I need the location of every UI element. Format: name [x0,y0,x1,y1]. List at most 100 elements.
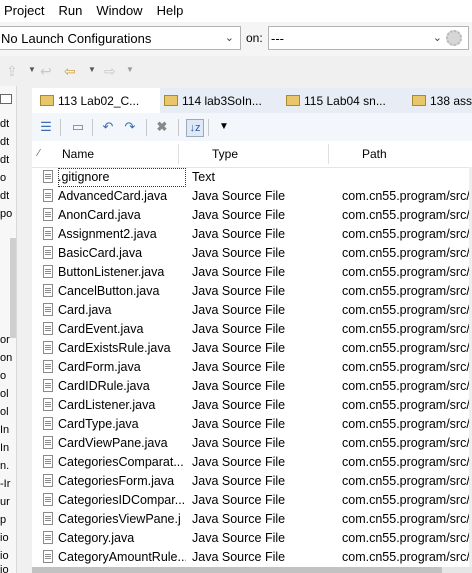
tab-138-ass3[interactable]: 138 ass3 [408,88,472,113]
table-row[interactable]: AdvancedCard.java Java Source File com.cn5… [32,187,472,206]
sidebar-fragment: In [0,442,10,454]
table-row[interactable]: CategoriesViewPane.j Java Source File com.… [32,510,472,529]
sidebar-fragment: io [0,564,9,573]
last-edit-location-icon[interactable]: ↩ [40,63,52,80]
table-row[interactable]: CardExistsRule.java Java Source File com.c… [32,339,472,358]
cell-type: Java Source File [192,227,286,241]
menu-window[interactable]: Window [89,0,149,22]
table-row[interactable]: CategoriesIDCompar... Java Source File com… [32,491,472,510]
sidebar-scroll-thumb[interactable] [10,238,16,338]
cell-name: CardViewPane.java [58,436,168,450]
menu-run[interactable]: Run [51,0,89,22]
menu-help[interactable]: Help [150,0,191,22]
dropdown-arrow-icon[interactable]: ▼ [28,65,36,74]
cell-name: CardIDRule.java [58,379,150,393]
forward-arrow-icon[interactable]: ⇨ [104,63,116,80]
table-row[interactable]: Assignment2.java Java Source File com.cn55… [32,225,472,244]
table-row[interactable]: CategoriesForm.java Java Source File com.c… [32,472,472,491]
dropdown-arrow-icon[interactable]: ▼ [88,65,96,74]
table-row[interactable]: AnonCard.java Java Source File com.cn55.pr… [32,206,472,225]
sidebar-fragment: io [0,532,9,544]
sidebar-fragment: ol [0,388,9,400]
table-row[interactable]: CardType.java Java Source File com.cn55.pr… [32,415,472,434]
table-row[interactable]: CardListener.java Java Source File com.cn5… [32,396,472,415]
table-row[interactable]: CategoryAmountRule... Java Source File com… [32,548,472,567]
table-row[interactable]: CancelButton.java Java Source File com.cn5… [32,282,472,301]
table-row[interactable]: BasicCard.java Java Source File com.cn55.p… [32,244,472,263]
sidebar-fragment: -Ir [0,478,11,490]
cell-name: CancelButton.java [58,284,160,298]
cell-path: com.cn55.program/src/... [342,360,472,374]
column-header-type[interactable]: Type [212,141,238,167]
menu-project[interactable]: Project [0,0,51,22]
table-row[interactable]: Category.java Java Source File com.cn55.pr… [32,529,472,548]
file-icon [43,189,53,202]
cell-name: CategoriesViewPane.j [58,512,181,526]
cell-type: Java Source File [192,493,286,507]
left-sidebar-fragment: dt dt dt o dt po or on o ol ol In In n. … [0,86,17,573]
folder-icon [286,95,300,106]
table-row[interactable]: CardForm.java Java Source File com.cn55.pr… [32,358,472,377]
sidebar-fragment: ur [0,496,10,508]
file-icon [43,208,53,221]
sidebar-fragment: dt [0,118,10,130]
sync-icon[interactable]: ↷ [122,119,138,135]
column-header-name[interactable]: Name [62,141,94,167]
navigation-toolbar: ⇪ ▼ ↩ ⇦ ▼ ⇨ ▼ [0,56,472,86]
cell-name: CardType.java [58,417,139,431]
refresh-icon[interactable]: ↶ [100,119,116,135]
table-row[interactable]: CardViewPane.java Java Source File com.cn5… [32,434,472,453]
cell-path: com.cn55.program/src/... [342,341,472,355]
menu-bar: Project Run Window Help [0,0,472,22]
sidebar-fragment: o [0,370,7,382]
pin-editor-icon[interactable]: ⇪ [6,63,18,80]
table-row[interactable]: .gitignore Text [32,168,472,187]
table-row[interactable]: CategoriesComparat... Java Source File com… [32,453,472,472]
cell-type: Java Source File [192,303,286,317]
tab-113-lab02[interactable]: 113 Lab02_C... [32,88,160,113]
sidebar-fragment: In [0,424,10,436]
chevron-down-icon[interactable]: ⌄ [225,31,234,44]
launch-configuration-select[interactable]: No Launch Configurations ⌄ [0,26,241,50]
cell-type: Java Source File [192,265,286,279]
dropdown-arrow-icon[interactable]: ▼ [126,65,134,74]
launch-target-select[interactable]: --- ⌄ [268,26,469,50]
on-label: on: [246,31,263,45]
table-row[interactable]: Card.java Java Source File com.cn55.progra… [32,301,472,320]
file-icon [43,170,53,183]
tree-view-icon[interactable]: ☰ [38,119,54,135]
tab-label: 114 lab3SoIn... [182,93,262,108]
launch-toolbar: No Launch Configurations ⌄ on: --- ⌄ [0,22,472,56]
horizontal-scroll-thumb[interactable] [32,567,442,573]
view-menu-icon[interactable]: ▼ [216,119,232,135]
cell-type: Java Source File [192,360,286,374]
restore-view-icon[interactable] [0,94,12,104]
document-icon[interactable]: ▭ [70,119,86,135]
cell-name: CardExistsRule.java [58,341,171,355]
table-row[interactable]: ButtonListener.java Java Source File com.c… [32,263,472,282]
tab-115-lab04[interactable]: 115 Lab04 sn... [282,88,386,113]
column-header-path[interactable]: Path [362,141,387,167]
file-icon [43,436,53,449]
cell-path: com.cn55.program/src/... [342,227,472,241]
table-row[interactable]: CardIDRule.java Java Source File com.cn55.… [32,377,472,396]
horizontal-scrollbar[interactable] [32,567,472,573]
back-arrow-icon[interactable]: ⇦ [64,63,76,80]
gear-icon[interactable] [446,30,462,46]
cell-name: CategoriesComparat... [58,455,184,469]
tab-114-lab3[interactable]: 114 lab3SoIn... [160,88,262,113]
sort-indicator-icon: ⁄ [38,148,40,159]
column-divider[interactable] [178,144,179,164]
remove-icon[interactable]: ✖ [154,119,170,135]
chevron-down-icon[interactable]: ⌄ [433,31,442,44]
cell-name: Card.java [58,303,112,317]
cell-path: com.cn55.program/src/... [342,455,472,469]
tab-label: 115 Lab04 sn... [304,93,386,108]
sidebar-fragment: dt [0,136,10,148]
sort-az-icon[interactable]: ↓z [186,119,204,137]
column-divider[interactable] [328,144,329,164]
table-row[interactable]: CardEvent.java Java Source File com.cn55.p… [32,320,472,339]
cell-path: com.cn55.program/src/... [342,379,472,393]
file-icon [43,341,53,354]
cell-type: Java Source File [192,341,286,355]
